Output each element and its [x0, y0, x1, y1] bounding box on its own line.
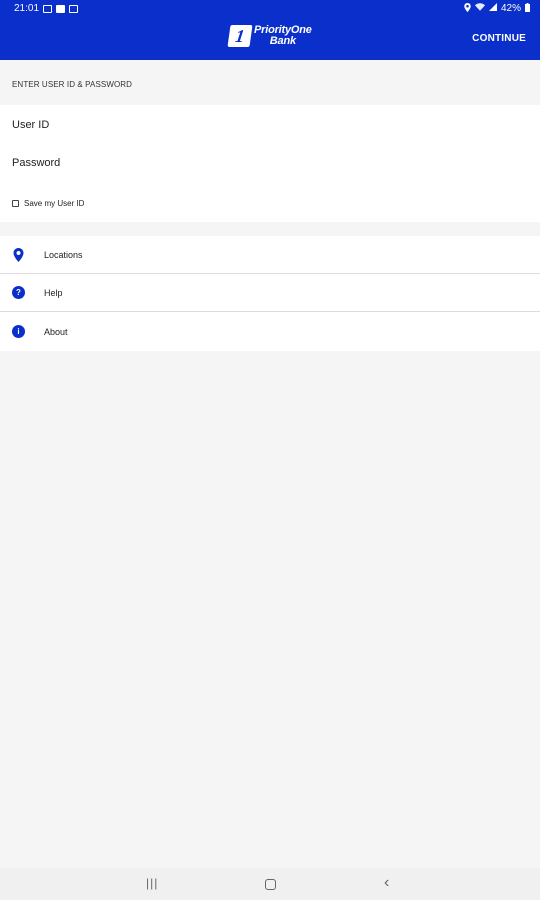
wifi-icon: [474, 3, 485, 14]
location-pin-icon: [13, 247, 24, 262]
password-field[interactable]: Password: [12, 157, 60, 169]
recent-apps-button[interactable]: |||: [146, 876, 158, 890]
logo-text: PriorityOne Bank: [254, 25, 312, 47]
save-user-id-label: Save my User ID: [24, 199, 85, 208]
help-icon: ?: [12, 286, 25, 299]
user-id-field[interactable]: User ID: [12, 119, 49, 131]
menu-item-locations[interactable]: Locations: [0, 236, 540, 274]
menu-list: Locations ? Help i About: [0, 236, 540, 351]
menu-label-locations: Locations: [44, 249, 83, 260]
back-button[interactable]: ‹: [384, 874, 389, 892]
logo-line2: Bank: [269, 35, 296, 47]
location-status-icon: [464, 2, 471, 15]
app-bar: 1 PriorityOne Bank CONTINUE: [0, 17, 540, 60]
battery-icon: [525, 2, 530, 15]
menu-item-help[interactable]: ? Help: [0, 274, 540, 312]
status-left: 21:01: [14, 3, 79, 14]
app-notification-icon: [56, 4, 66, 13]
save-user-id-checkbox[interactable]: [12, 200, 19, 207]
login-section-title: ENTER USER ID & PASSWORD: [12, 80, 133, 89]
priorityone-bank-logo: 1 PriorityOne Bank: [227, 25, 312, 47]
status-bar: 21:01 42%: [0, 0, 540, 17]
status-time: 21:01: [14, 3, 40, 14]
battery-percent: 42%: [500, 3, 521, 14]
home-button[interactable]: [265, 879, 276, 890]
menu-item-about[interactable]: i About: [0, 312, 540, 351]
signal-icon: [488, 3, 497, 14]
menu-label-help: Help: [44, 287, 63, 298]
system-nav-bar: ||| ‹: [0, 868, 540, 900]
logo-mark: 1: [227, 25, 253, 47]
save-user-id-row[interactable]: Save my User ID: [12, 199, 84, 208]
login-form: User ID Password Save my User ID: [0, 105, 540, 222]
status-right: 42%: [464, 2, 530, 15]
continue-button[interactable]: CONTINUE: [472, 33, 526, 44]
info-icon: i: [12, 325, 25, 338]
upload-notification-icon: [69, 4, 79, 13]
gallery-notification-icon: [43, 4, 53, 13]
menu-label-about: About: [44, 326, 68, 337]
